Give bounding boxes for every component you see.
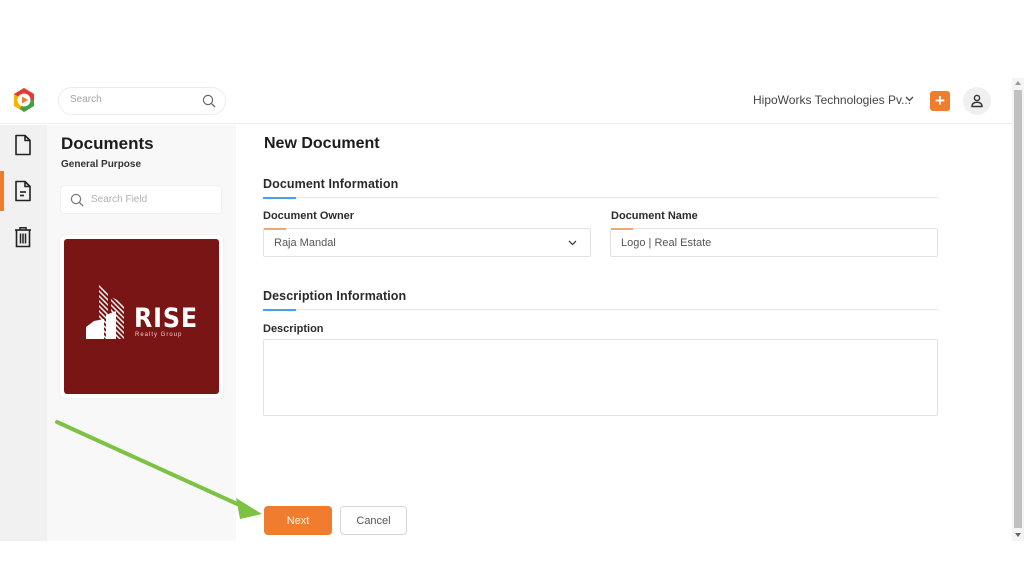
description-label: Description (263, 323, 324, 335)
field-search[interactable] (60, 185, 222, 214)
chevron-down-icon[interactable] (905, 96, 914, 102)
section-description-information: Description Information (263, 289, 938, 311)
section-divider (263, 309, 938, 311)
scroll-down-arrow-icon[interactable] (1012, 530, 1024, 540)
file-icon (15, 134, 31, 156)
field-search-input[interactable] (91, 194, 211, 205)
user-avatar[interactable] (963, 87, 991, 115)
trash-icon (15, 227, 31, 248)
scroll-thumb[interactable] (1014, 90, 1022, 528)
description-textarea[interactable] (264, 340, 937, 415)
chevron-down-icon (568, 240, 577, 246)
global-search[interactable] (58, 87, 226, 115)
document-name-label: Document Name (611, 210, 698, 222)
document-owner-value: Raja Mandal (274, 237, 336, 249)
building-logo-icon (86, 283, 124, 339)
documents-panel: Documents General Purpose Search Field R… (47, 125, 236, 541)
document-name-input[interactable]: Logo | Real Estate (610, 228, 938, 257)
add-button[interactable]: + (930, 91, 950, 111)
cancel-button[interactable]: Cancel (340, 506, 407, 535)
description-field[interactable] (263, 339, 938, 416)
document-owner-label: Document Owner (263, 210, 355, 222)
search-icon[interactable] (202, 94, 216, 108)
document-text-icon (15, 180, 31, 202)
document-thumbnail: RISE Realty Group (64, 239, 219, 394)
user-icon (971, 94, 983, 108)
side-rail (0, 125, 47, 541)
app-logo-icon[interactable] (11, 87, 37, 113)
rail-item-documents[interactable] (0, 171, 47, 211)
section-title: Document Information (263, 177, 399, 191)
app-window: HipoWorks Technologies Pv... + (0, 78, 1024, 541)
document-card[interactable]: RISE Realty Group (60, 235, 223, 398)
company-selector[interactable]: HipoWorks Technologies Pv... (753, 93, 911, 107)
vertical-scrollbar[interactable] (1012, 78, 1024, 541)
page-title: New Document (264, 135, 380, 152)
document-owner-select[interactable]: Raja Mandal (263, 228, 591, 257)
panel-subtitle: General Purpose (61, 159, 142, 170)
brand-tagline: Realty Group (135, 332, 183, 338)
section-title: Description Information (263, 289, 407, 303)
rail-item-trash[interactable] (0, 217, 47, 257)
main-content: New Document Document Information Docume… (236, 125, 1012, 541)
top-bar: HipoWorks Technologies Pv... + (0, 78, 1012, 124)
global-search-input[interactable] (70, 94, 190, 105)
next-button[interactable]: Next (264, 506, 332, 535)
search-icon (70, 193, 84, 207)
brand-name: RISE (134, 303, 199, 334)
rail-item-files[interactable] (0, 125, 47, 165)
plus-icon: + (935, 91, 945, 110)
section-document-information: Document Information (263, 177, 938, 199)
section-divider (263, 197, 938, 199)
scroll-up-arrow-icon[interactable] (1012, 78, 1024, 88)
document-name-value[interactable]: Logo | Real Estate (621, 237, 711, 249)
panel-title: Documents (61, 134, 154, 153)
